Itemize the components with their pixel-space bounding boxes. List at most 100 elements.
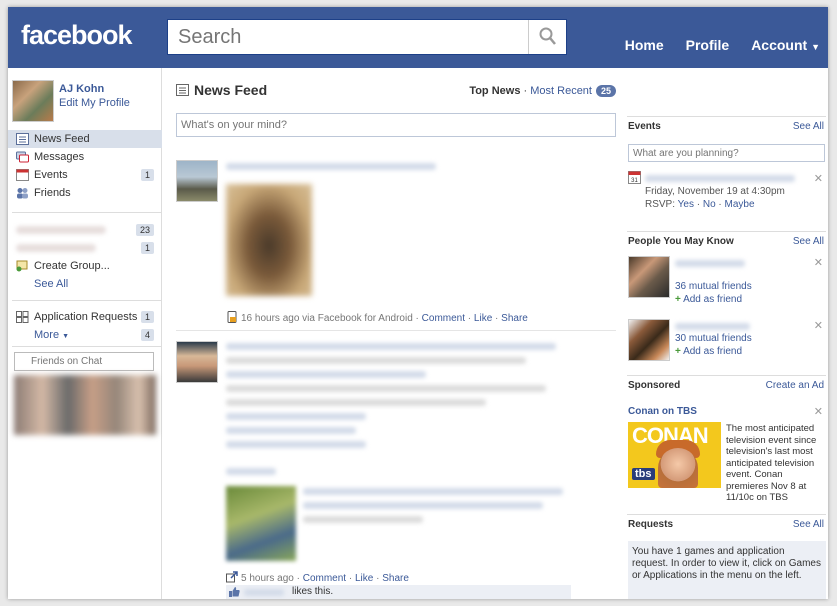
ad-body-text: The most anticipated television event si… (726, 423, 817, 503)
sidebar-divider (12, 346, 162, 347)
create-ad-link[interactable]: Create an Ad (766, 380, 824, 391)
edit-profile-link[interactable]: Edit My Profile (59, 97, 130, 109)
blurred-group-name (16, 244, 96, 252)
search-input[interactable] (168, 20, 528, 54)
event-planning-input[interactable] (628, 144, 825, 162)
requests-header: Requests See All (627, 514, 826, 534)
friends-on-chat-input[interactable] (14, 352, 154, 371)
blurred-link-thumbnail[interactable] (226, 486, 296, 561)
friends-icon (17, 188, 28, 199)
sidebar-see-all[interactable]: See All (8, 275, 162, 293)
sidebar-item-group[interactable]: 1 (8, 239, 162, 257)
pymk-see-all-link[interactable]: See All (793, 236, 824, 247)
chat-friend-photos[interactable] (14, 375, 156, 435)
sidebar-item-application-requests[interactable]: Application Requests 1 (8, 308, 162, 326)
sidebar-item-label: News Feed (34, 133, 90, 145)
ad-image[interactable]: CONAN tbs (628, 422, 721, 488)
story-author-avatar[interactable] (176, 341, 218, 383)
blurred-link-title (303, 488, 563, 495)
browser-viewport: facebook Home Profile Account ▼ AJ Kohn … (8, 7, 828, 599)
close-icon[interactable]: ✕ (814, 405, 823, 418)
requests-message[interactable]: You have 1 games and application request… (628, 541, 826, 599)
mobile-upload-icon (227, 311, 237, 323)
sidebar-item-messages[interactable]: Messages (8, 148, 162, 166)
story-time: 5 hours ago (241, 573, 294, 584)
share-link-icon (226, 571, 238, 583)
messages-icon (16, 151, 29, 163)
news-feed-column: News Feed Top News · Most Recent25 16 ho… (163, 68, 616, 599)
search-button[interactable] (528, 20, 566, 54)
sidebar-item-events[interactable]: Events 1 (8, 166, 162, 184)
person-photo[interactable] (628, 256, 670, 298)
nav-home[interactable]: Home (625, 37, 664, 53)
events-see-all-link[interactable]: See All (793, 121, 824, 132)
add-friend-row[interactable]: + Add as friend (675, 294, 742, 305)
sidebar-item-label: Friends (34, 187, 71, 199)
tbs-logo: tbs (632, 468, 655, 480)
rsvp-maybe[interactable]: Maybe (725, 199, 755, 210)
mutual-friends-link[interactable]: 36 mutual friends (675, 281, 752, 292)
person-photo[interactable] (628, 319, 670, 361)
like-link[interactable]: Like (474, 313, 492, 324)
blurred-story-photo[interactable] (226, 184, 312, 296)
search-icon (539, 27, 556, 45)
add-friend-row[interactable]: + Add as friend (675, 346, 742, 357)
blurred-story-text (226, 468, 276, 475)
story-author-avatar[interactable] (176, 160, 218, 202)
blurred-story-text (226, 441, 366, 448)
nav-profile[interactable]: Profile (686, 37, 730, 53)
like-link[interactable]: Like (355, 573, 373, 584)
blurred-story-text (226, 371, 426, 378)
add-friend-link: Add as friend (683, 346, 743, 357)
comment-link[interactable]: Comment (422, 313, 465, 324)
comment-link[interactable]: Comment (303, 573, 346, 584)
sidebar-item-news-feed[interactable]: News Feed (8, 130, 162, 148)
likes-bar: likes this. (226, 585, 571, 599)
see-all-link: See All (34, 278, 69, 290)
profile-block: AJ Kohn Edit My Profile (12, 80, 162, 124)
events-count-badge: 1 (140, 169, 154, 181)
tab-most-recent[interactable]: Most Recent (530, 85, 592, 97)
close-icon[interactable]: ✕ (814, 256, 823, 269)
likes-text: likes this. (292, 586, 334, 597)
requests-see-all-link[interactable]: See All (793, 519, 824, 530)
profile-name[interactable]: AJ Kohn (59, 83, 104, 95)
apps-nav-list: Application Requests 1 More ▼ 4 (8, 308, 162, 344)
groups-nav-list: 23 1 Create Group... See All (8, 221, 162, 293)
add-friend-icon: + (675, 294, 681, 305)
tab-top-news[interactable]: Top News (469, 85, 520, 97)
sidebar-item-create-group[interactable]: Create Group... (8, 257, 162, 275)
top-navigation: Home Profile Account ▼ (625, 37, 820, 53)
sidebar-item-friends[interactable]: Friends (8, 184, 162, 202)
sidebar-item-more[interactable]: More ▼ 4 (8, 326, 162, 344)
avatar[interactable] (12, 80, 54, 122)
group-count-badge: 1 (140, 242, 154, 254)
sidebar-divider (12, 212, 162, 213)
rsvp-no[interactable]: No (703, 199, 716, 210)
share-link[interactable]: Share (382, 573, 409, 584)
rsvp-yes[interactable]: Yes (678, 199, 694, 210)
status-update-input[interactable] (176, 113, 616, 137)
mutual-friends-link[interactable]: 30 mutual friends (675, 333, 752, 344)
share-link[interactable]: Share (501, 313, 528, 324)
top-bar: facebook Home Profile Account ▼ (8, 7, 828, 68)
sidebar-item-label: Messages (34, 151, 85, 163)
story-time: 16 hours ago via Facebook for Android (241, 313, 413, 324)
nav-account[interactable]: Account ▼ (751, 37, 820, 53)
ad-title-link[interactable]: Conan on TBS (628, 406, 697, 417)
blurred-group-name (16, 226, 106, 234)
search-box (167, 19, 567, 55)
close-icon[interactable]: ✕ (814, 319, 823, 332)
create-group-icon (16, 260, 28, 272)
feed-tabs: Top News · Most Recent 25 (469, 85, 616, 97)
sidebar-item-group[interactable]: 23 (8, 221, 162, 239)
calendar-icon (16, 169, 29, 181)
close-icon[interactable]: ✕ (814, 172, 823, 185)
blurred-liker-name (244, 589, 284, 596)
story-meta: 16 hours ago via Facebook for Android · … (226, 311, 528, 324)
events-header: Events See All (627, 116, 826, 136)
facebook-logo[interactable]: facebook (21, 20, 133, 51)
more-link: More ▼ (34, 329, 69, 341)
section-title: People You May Know (628, 236, 734, 247)
blurred-link-title (303, 502, 543, 509)
